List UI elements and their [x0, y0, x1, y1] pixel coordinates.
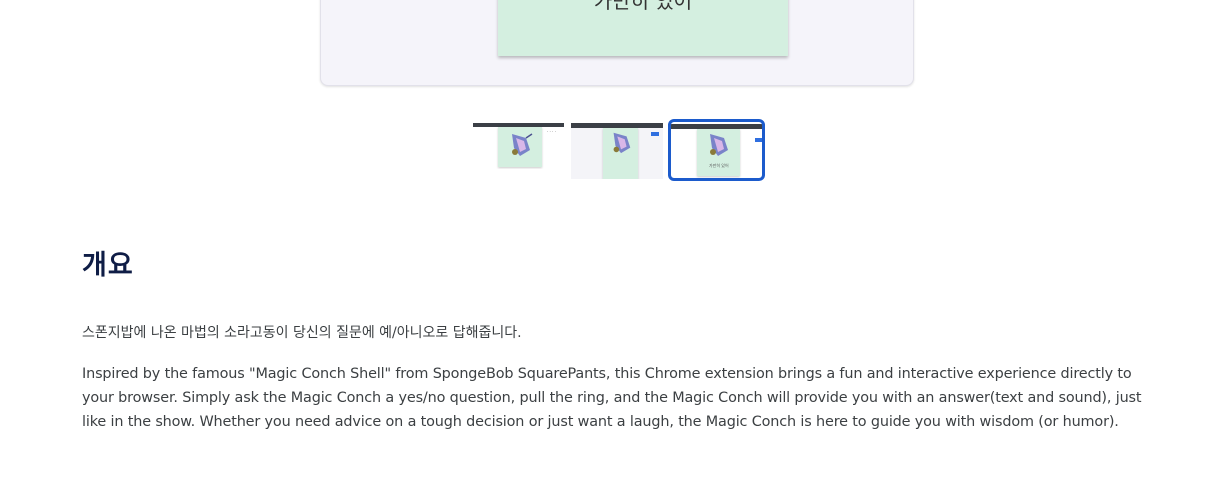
preview-popup-window: 가만히 있어 [498, 0, 788, 56]
conch-shell-icon [613, 132, 631, 154]
thumb-top-text: · · · · [547, 129, 556, 134]
thumb-button-chip [755, 138, 762, 142]
thumbnail-1[interactable]: · · · · [473, 123, 564, 169]
description-korean: 스폰지밥에 나온 마법의 소라고동이 당신의 질문에 예/아니오로 답해줍니다. [82, 325, 522, 341]
main-screenshot-preview: 가만히 있어 [320, 0, 914, 86]
thumbnail-3-selected[interactable]: 가만히 있어 [668, 119, 765, 181]
conch-shell-icon [512, 133, 533, 156]
overview-heading: 개요 [82, 250, 134, 281]
preview-answer-text: 가만히 있어 [593, 0, 693, 13]
thumb-button-chip [651, 132, 659, 136]
extension-detail-page: 가만히 있어 · · · · 가만히 있어 개요 스폰지밥에 나온 마법의 소라… [0, 0, 1209, 484]
description-english: Inspired by the famous "Magic Conch Shel… [82, 366, 1142, 430]
thumbnail-2[interactable] [571, 123, 663, 179]
conch-shell-icon [710, 134, 728, 156]
thumb-answer-text: 가만히 있어 [709, 163, 729, 168]
